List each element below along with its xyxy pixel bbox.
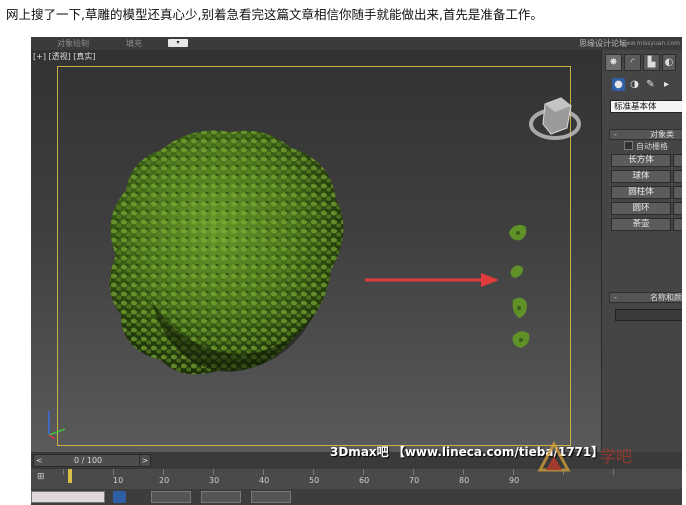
object-type-title: 对象类 [650,130,674,139]
lights-icon[interactable]: ✎ [644,78,657,91]
time-slider-prev-icon[interactable]: < [36,455,43,466]
modify-arc-icon: ◜ [630,57,635,68]
coord-y-field[interactable] [201,491,241,503]
object-name-field[interactable] [615,309,682,321]
article-caption: 网上搜了一下,草雕的模型还真心少,别着急看完这篇文章相信你随手就能做出来,首先是… [6,7,543,22]
status-bar [31,489,682,505]
tick-label: 40 [259,476,270,485]
logo-text: 学吧 [600,447,632,466]
coord-z-field[interactable] [251,491,291,503]
object-type-rollout[interactable]: - 对象类 [609,129,682,140]
teapot-button[interactable]: 茶壶 [611,218,671,231]
viewport-label[interactable]: [+] [透视] [真实] [33,52,96,62]
cylinder-button[interactable]: 圆柱体 [611,186,671,199]
sun-icon: ✸ [609,57,618,68]
object-button-right[interactable] [673,186,682,199]
tab-motion[interactable]: ◐ [662,54,676,71]
collapse-icon: - [614,130,617,139]
checkbox-icon [624,141,633,150]
command-panel: ✸ ◜ ▙ ◐ ● ◑ ✎ ▸ 标准基本体 - 对象类 自动栅格 长方体 球体 … [601,50,682,452]
track-bar-toggle-icon[interactable]: ⊞ [37,472,51,484]
tab-hierarchy[interactable]: ▙ [643,54,660,71]
shapes-icon[interactable]: ◑ [628,78,641,91]
top-toolbar-strip: 对象绘制 填充 ▾ 思缘设计论坛 www.missyuan.com [31,37,682,50]
box-button[interactable]: 长方体 [611,154,671,167]
motion-icon: ◐ [664,57,674,68]
time-slider-label: 0 / 100 [74,456,103,465]
viewcube-icon[interactable] [527,90,583,146]
torus-button[interactable]: 圆环 [611,202,671,215]
geometry-sphere-icon[interactable]: ● [612,78,625,91]
time-slider-next-icon[interactable]: > [139,454,151,467]
brand-url: www.missyuan.com [620,40,680,47]
name-color-title: 名称和颜 [650,293,682,302]
tab-modify[interactable]: ◜ [624,54,641,71]
camera-icon[interactable]: ▸ [660,78,673,91]
tick-label: 80 [459,476,470,485]
maxscript-listener-box[interactable] [31,491,105,503]
hierarchy-icon: ▙ [647,57,656,68]
object-button-right[interactable] [673,218,682,231]
tick-label: 90 [509,476,520,485]
geometry-type-dropdown[interactable]: 标准基本体 [610,100,682,113]
perspective-viewport[interactable]: [+] [透视] [真实] [31,50,601,452]
shrub-leaf-texture [109,130,344,375]
leaf-samples [509,224,530,348]
object-button-right[interactable] [673,202,682,215]
tick-label: 60 [359,476,370,485]
name-color-rollout[interactable]: - 名称和颜 [609,292,682,303]
tick-label: 20 [159,476,170,485]
menu-fill[interactable]: 填充 [126,37,142,50]
menu-object-paint[interactable]: 对象绘制 [57,37,89,50]
object-button-right[interactable] [673,170,682,183]
toolbar-dropdown[interactable]: ▾ [168,39,188,47]
autogrid-checkbox[interactable]: 自动栅格 [624,141,668,152]
object-button-right[interactable] [673,154,682,167]
collapse-icon: - [614,293,617,302]
tick-label: 30 [209,476,220,485]
site-logo-icon: 学吧 [537,440,632,472]
selection-lock-icon[interactable] [113,491,126,503]
pointer-arrow-icon [365,273,499,287]
tick-label: 50 [309,476,320,485]
axis-tripod-icon [48,411,66,440]
leaf-sample [510,265,523,278]
time-slider[interactable]: < 0 / 100 [33,454,149,467]
sphere-button[interactable]: 球体 [611,170,671,183]
tick-label: 10 [113,476,124,485]
tick-label: 70 [409,476,420,485]
shrub-model [109,130,344,375]
autogrid-label: 自动栅格 [636,142,668,151]
coord-x-field[interactable] [151,491,191,503]
tab-create[interactable]: ✸ [605,54,622,71]
